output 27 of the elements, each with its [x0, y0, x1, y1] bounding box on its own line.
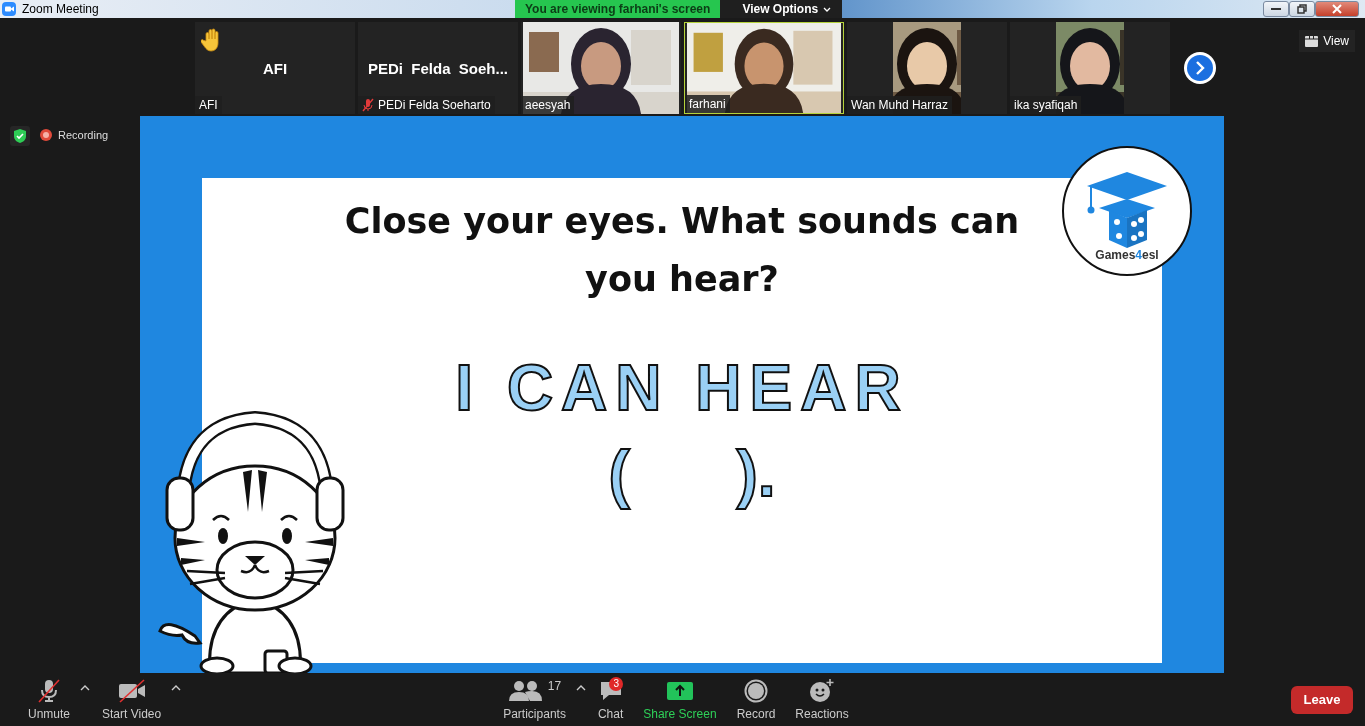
participant-name: AFI: [262, 59, 288, 77]
fill-in-blank: ( ).: [608, 437, 776, 512]
participant-label: aeesyah: [525, 98, 571, 112]
toolbar-button[interactable]: Share Screen: [633, 674, 727, 725]
logo-text: Games4esl: [1095, 248, 1159, 262]
participant-label: Wan Muhd Harraz: [851, 98, 948, 112]
toolbar-button[interactable]: Start Video: [92, 674, 172, 725]
participant-name: PEDi Felda Soeh...: [367, 59, 508, 77]
slide-title: Close your eyes. What sounds can you hear?: [343, 200, 1021, 301]
recording-label: Recording: [58, 129, 109, 141]
view-button[interactable]: View: [1299, 30, 1355, 52]
view-options-button[interactable]: View Options: [720, 0, 843, 18]
leave-button[interactable]: Leave: [1291, 685, 1353, 714]
toolbar-button[interactable]: Chat 3: [587, 674, 634, 725]
toolbar-button[interactable]: Reactions: [785, 674, 859, 725]
participant-label: AFI: [199, 98, 218, 112]
participant-count: 17: [547, 678, 562, 693]
participant-label: PEDi Felda Soeharto: [378, 98, 491, 112]
unread-badge: 3: [609, 676, 624, 691]
share-banner: You are viewing farhani's screen: [515, 0, 721, 18]
participant-label: ika syafiqah: [1014, 98, 1078, 112]
toolbar-button[interactable]: Unmute: [18, 674, 81, 725]
participant-label: farhani: [689, 97, 726, 111]
window-title: Zoom Meeting: [22, 2, 99, 16]
toolbar-button[interactable]: Record: [726, 674, 786, 725]
toolbar-button[interactable]: 17 Participants: [493, 674, 576, 725]
slide-phrase: I CAN HEAR: [455, 351, 909, 426]
